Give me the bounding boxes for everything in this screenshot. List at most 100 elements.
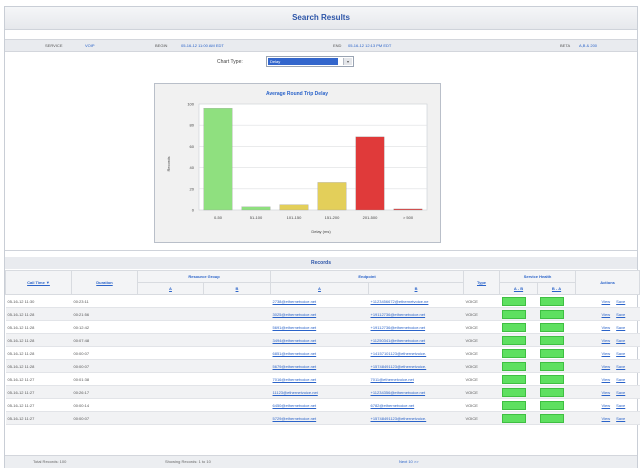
cell-duration-text: 00:00:07 (73, 363, 90, 369)
cell-health-b-a (537, 398, 576, 412)
table-row[interactable]: 05-16-12 11:30 00:23:11 2738@ethernetvoice… (5, 294, 640, 308)
col-resource-group-a[interactable]: A (137, 282, 204, 295)
next-page-link[interactable]: Next 10 >> (399, 456, 419, 468)
view-link[interactable]: View (602, 416, 611, 421)
view-link[interactable]: View (602, 325, 611, 330)
col-health-b-a[interactable]: B - A (537, 282, 577, 295)
view-link[interactable]: View (602, 377, 611, 382)
cell-endpoint-a-text[interactable]: 7016@ethernetvoice.net (273, 377, 317, 382)
cell-endpoint-a-text[interactable]: 3494@ethernetvoice.net (273, 338, 317, 343)
cell-endpoint-b-text[interactable]: +15748491123@ethernetvoice. (371, 416, 427, 421)
cell-resource-group-b (203, 333, 271, 347)
section-divider (5, 250, 637, 251)
col-health-a-b[interactable]: A - B (499, 282, 539, 295)
cell-endpoint-b-text[interactable]: +19112736@ethernetvoice.net (371, 312, 426, 317)
chart-type-select[interactable]: Delay ▾ (266, 56, 354, 67)
cell-actions: View Save (575, 398, 640, 412)
chevron-down-icon[interactable]: ▾ (343, 58, 352, 65)
cell-duration: 00:21:56 (71, 307, 138, 321)
table-row[interactable]: 05-16-12 11:27 00:00:14 6450@ethernetvoice… (5, 398, 640, 412)
cell-resource-group-b (203, 359, 271, 373)
cell-endpoint-a-text[interactable]: 2738@ethernetvoice.net (273, 299, 317, 304)
save-link[interactable]: Save (616, 351, 625, 356)
save-link[interactable]: Save (616, 390, 625, 395)
col-resource-group-b[interactable]: B (203, 282, 271, 295)
cell-type: VOICE (463, 372, 500, 386)
cell-duration-text: 00:26:17 (73, 389, 90, 395)
cell-endpoint-b-text[interactable]: 6782@ethernetvoice.net (371, 403, 415, 408)
filter-label-begin: BEGIN (155, 43, 168, 48)
cell-endpoint-a-text[interactable]: 6851@ethernetvoice.net (273, 351, 317, 356)
cell-health-a-b (499, 411, 538, 425)
save-link[interactable]: Save (616, 364, 625, 369)
cell-duration: 00:00:07 (71, 411, 138, 425)
cell-type-text: VOICE (465, 324, 478, 330)
save-link[interactable]: Save (616, 338, 625, 343)
health-b-a-indicator (539, 400, 564, 410)
cell-health-b-a (537, 294, 576, 308)
table-row[interactable]: 05-16-12 11:27 00:01:38 7016@ethernetvoice… (5, 372, 640, 386)
table-row[interactable]: 05-16-12 11:28 00:00:07 5679@ethernetvoice… (5, 359, 640, 373)
cell-type: VOICE (463, 346, 500, 360)
cell-endpoint-a-text[interactable]: 5729@ethernetvoice.net (273, 416, 317, 421)
cell-health-b-a (537, 372, 576, 386)
cell-endpoint-a: 5729@ethernetvoice.net (270, 411, 369, 425)
cell-duration: 00:12:42 (71, 320, 138, 334)
cell-call-time: 05-16-12 11:27 (5, 385, 72, 399)
cell-resource-group-a (137, 294, 204, 308)
cell-call-time: 05-16-12 11:30 (5, 294, 72, 308)
cell-duration-text: 00:21:56 (73, 311, 90, 317)
y-tick-label: 80 (190, 123, 195, 128)
x-tick-label: 151-200 (325, 215, 340, 220)
col-call-time[interactable]: Call Time ▼ (5, 270, 72, 295)
view-link[interactable]: View (602, 364, 611, 369)
save-link[interactable]: Save (616, 299, 625, 304)
cell-health-a-b (499, 346, 538, 360)
cell-endpoint-a-text[interactable]: 6450@ethernetvoice.net (273, 403, 317, 408)
view-link[interactable]: View (602, 403, 611, 408)
save-link[interactable]: Save (616, 325, 625, 330)
cell-endpoint-b-text[interactable]: +11234356@ethernetvoice.net (371, 390, 426, 395)
table-row[interactable]: 05-16-12 11:27 00:00:07 5729@ethernetvoice… (5, 411, 640, 425)
cell-duration: 00:07:48 (71, 333, 138, 347)
table-row[interactable]: 05-16-12 11:28 00:21:56 3025@ethernetvoice… (5, 307, 640, 321)
cell-endpoint-b-text[interactable]: +15748491123@ethernetvoice. (371, 364, 427, 369)
cell-endpoint-b-text[interactable]: +19112736@ethernetvoice.net (371, 325, 426, 330)
cell-endpoint-a-text[interactable]: 11123@ethernetvoice.net (273, 390, 318, 395)
cell-resource-group-b (203, 385, 271, 399)
table-row[interactable]: 05-16-12 11:28 00:07:48 3494@ethernetvoice… (5, 333, 640, 347)
save-link[interactable]: Save (616, 312, 625, 317)
save-link[interactable]: Save (616, 416, 625, 421)
table-row[interactable]: 05-16-12 11:28 00:12:42 5691@ethernetvoice… (5, 320, 640, 334)
cell-actions: View Save (575, 294, 640, 308)
col-type[interactable]: Type (463, 270, 501, 295)
cell-endpoint-a-text[interactable]: 3025@ethernetvoice.net (273, 312, 317, 317)
col-endpoint-a[interactable]: A (270, 282, 369, 295)
table-row[interactable]: 05-16-12 11:28 00:00:07 6851@ethernetvoice… (5, 346, 640, 360)
view-link[interactable]: View (602, 351, 611, 356)
save-link[interactable]: Save (616, 377, 625, 382)
view-link[interactable]: View (602, 390, 611, 395)
health-b-a-indicator (539, 309, 564, 319)
cell-endpoint-b-text[interactable]: +11250341@ethernetvoice.net (371, 338, 426, 343)
save-link[interactable]: Save (616, 403, 625, 408)
col-endpoint-b[interactable]: B (367, 282, 465, 295)
cell-endpoint-a-text[interactable]: 5679@ethernetvoice.net (273, 364, 317, 369)
cell-resource-group-b (203, 307, 271, 321)
health-b-a-indicator (539, 413, 564, 423)
view-link[interactable]: View (602, 299, 611, 304)
cell-endpoint-a-text[interactable]: 5691@ethernetvoice.net (273, 325, 317, 330)
health-b-a-indicator (539, 335, 564, 345)
cell-endpoint-b-text[interactable]: +14157101123@ethernetvoice. (371, 351, 427, 356)
cell-call-time: 05-16-12 11:28 (5, 333, 72, 347)
filter-summary-bar: SERVICE VOIP BEGIN 05-16-12 11:00 AM EDT… (5, 39, 637, 52)
records-table: Call Time ▼ Duration Resource Group Endp… (5, 270, 641, 425)
cell-endpoint-b: +15748491123@ethernetvoice. (368, 411, 464, 425)
table-row[interactable]: 05-16-12 11:27 00:26:17 11123@ethernetvoic… (5, 385, 640, 399)
y-tick-label: 60 (190, 144, 195, 149)
cell-endpoint-b-text[interactable]: 7011@ethernetvoice.net (371, 377, 414, 382)
view-link[interactable]: View (602, 312, 611, 317)
cell-endpoint-b-text[interactable]: +1123456672@ethernetvoice.ne (371, 299, 429, 304)
view-link[interactable]: View (602, 338, 611, 343)
col-duration[interactable]: Duration (71, 270, 138, 295)
